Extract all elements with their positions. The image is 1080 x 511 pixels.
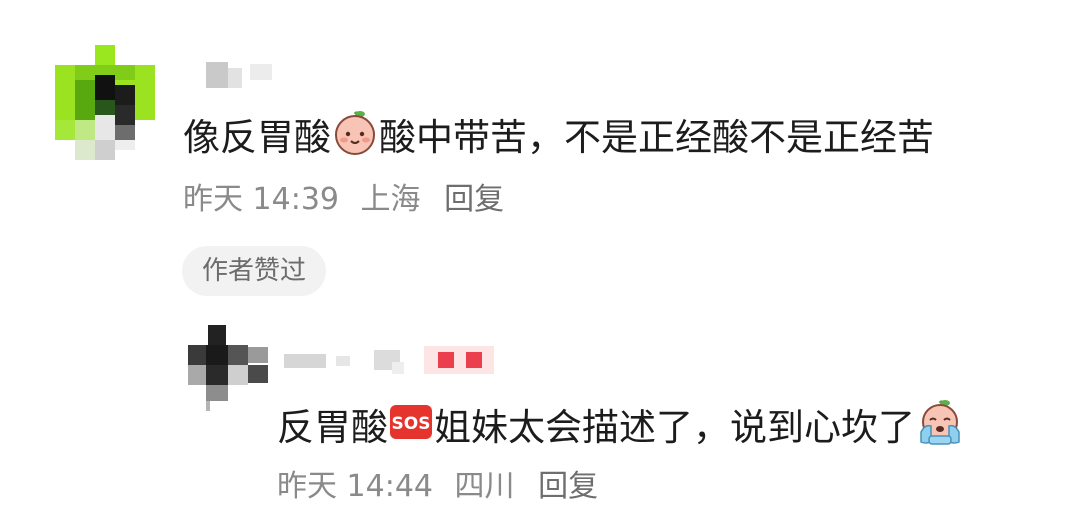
reply-text-part1: 反胃酸 bbox=[277, 406, 388, 449]
sos-label: SOS bbox=[392, 414, 431, 434]
reply-text: 反胃酸 SOS 姐妹太会描述了，说到心坎了 bbox=[277, 398, 965, 458]
comment-text-part2: 酸中带苦，不是正经酸不是正经苦 bbox=[379, 116, 934, 159]
reply-time: 昨天 14:44 bbox=[277, 469, 433, 504]
reply-meta: 昨天 14:44 四川 回复 bbox=[277, 467, 610, 507]
username[interactable] bbox=[206, 62, 272, 88]
peach-baby-face-emoji bbox=[331, 108, 379, 168]
comment-time: 昨天 14:39 bbox=[183, 182, 339, 217]
comment-text-part1: 像反胃酸 bbox=[183, 116, 331, 159]
crying-peach-emoji bbox=[915, 398, 965, 458]
reply-avatar[interactable] bbox=[188, 325, 270, 411]
reply-text-part2: 姐妹太会描述了，说到心坎了 bbox=[434, 406, 915, 449]
avatar[interactable] bbox=[55, 45, 155, 165]
sos-emoji: SOS bbox=[388, 402, 434, 454]
reply-location: 四川 bbox=[454, 469, 515, 504]
author-liked-badge: 作者赞过 bbox=[182, 246, 327, 296]
comment-thread: 像反胃酸 酸中带苦，不是正经酸不是正经苦 昨天 14:39 上海 回复 作者赞过 bbox=[0, 0, 1080, 511]
comment-location: 上海 bbox=[360, 182, 421, 217]
reply-button[interactable]: 回复 bbox=[444, 182, 504, 217]
comment-meta: 昨天 14:39 上海 回复 bbox=[183, 180, 516, 220]
reply-username[interactable] bbox=[284, 346, 494, 376]
reply-button[interactable]: 回复 bbox=[538, 469, 598, 504]
comment-text: 像反胃酸 酸中带苦，不是正经酸不是正经苦 bbox=[183, 108, 934, 168]
